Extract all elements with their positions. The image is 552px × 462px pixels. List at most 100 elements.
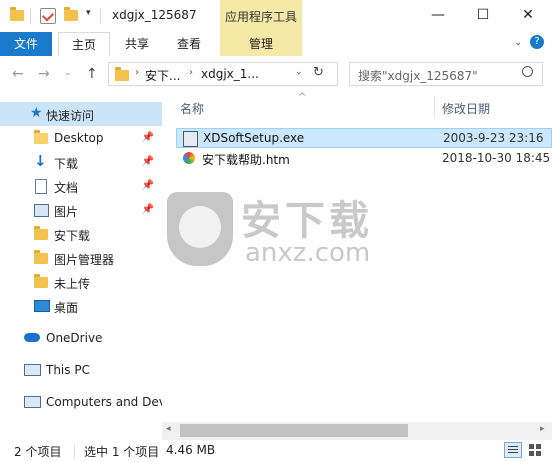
divider — [100, 8, 101, 24]
nav-item-desktop-cn[interactable]: 桌面 — [0, 294, 162, 318]
nav-item-network[interactable]: Computers and Dev — [0, 390, 162, 414]
breadcrumb-segment[interactable]: xdgjx_1... — [201, 67, 259, 81]
folder-icon — [34, 274, 48, 288]
nav-item-label: 未上传 — [54, 277, 91, 291]
tab-manage[interactable]: 管理 — [220, 32, 302, 56]
divider — [74, 444, 75, 458]
nav-item-label: 文档 — [54, 181, 79, 195]
file-row[interactable]: 安下载帮助.htm 2018-10-30 18:45 — [176, 149, 552, 169]
search-placeholder: 搜索"xdgjx_125687" — [358, 69, 478, 83]
nav-item-label: 安下载 — [54, 229, 91, 243]
tab-view[interactable]: 查看 — [164, 32, 214, 56]
customize-toolbar-icon[interactable]: ▾ — [86, 8, 91, 18]
nav-item-label: 下载 — [54, 157, 79, 171]
navigation-pane: ★ 快速访问 Desktop 📌 ↓ 下载 📌 文档 📌 图片 📌 安下载 图片… — [0, 92, 162, 440]
download-icon: ↓ — [34, 152, 47, 170]
status-bar: 2 个项目 选中 1 个项目 4.46 MB — [0, 440, 552, 462]
tab-share[interactable]: 共享 — [112, 32, 162, 56]
shield-icon — [167, 192, 233, 266]
nav-item-label: 图片 — [54, 205, 79, 219]
back-icon[interactable]: ← — [12, 66, 24, 82]
nav-item-anxiazai[interactable]: 安下载 — [0, 222, 162, 246]
file-date: 2003-9-23 23:16 — [443, 131, 544, 145]
tab-file[interactable]: 文件 — [0, 32, 52, 56]
maximize-button[interactable]: ☐ — [461, 0, 505, 30]
pin-icon[interactable]: 📌 — [142, 204, 154, 215]
file-row[interactable]: XDSoftSetup.exe 2003-9-23 23:16 — [176, 128, 552, 148]
nav-item-onedrive[interactable]: OneDrive — [0, 326, 162, 350]
folder-icon — [34, 130, 48, 144]
nav-item-label: This PC — [46, 363, 90, 377]
address-dropdown-icon[interactable]: ⌄ — [295, 67, 303, 77]
nav-item-quick-access[interactable]: ★ 快速访问 — [0, 102, 162, 126]
cloud-icon — [24, 333, 40, 342]
nav-item-label: Computers and Dev — [46, 395, 162, 409]
nav-item-documents[interactable]: 文档 📌 — [0, 174, 162, 198]
contextual-tab-label: 应用程序工具 — [224, 10, 297, 24]
breadcrumb-segment[interactable]: 安下... — [145, 67, 180, 84]
large-icons-view-icon[interactable] — [528, 443, 542, 457]
file-date: 2018-10-30 18:45 — [442, 151, 551, 165]
nav-item-picture-manager[interactable]: 图片管理器 — [0, 246, 162, 270]
divider — [30, 8, 31, 24]
folder-icon — [34, 250, 48, 264]
pin-icon[interactable]: 📌 — [142, 132, 154, 143]
star-icon: ★ — [30, 105, 43, 121]
file-name: 安下载帮助.htm — [202, 153, 290, 167]
pin-icon[interactable]: 📌 — [142, 156, 154, 167]
new-folder-icon[interactable] — [64, 7, 78, 21]
picture-icon — [34, 204, 49, 217]
folder-icon — [34, 226, 48, 240]
computer-icon — [24, 364, 41, 376]
nav-item-label: 快速访问 — [46, 109, 95, 123]
address-bar[interactable]: › 安下... › xdgjx_1... ⌄ ↻ — [108, 62, 338, 86]
nav-item-not-uploaded[interactable]: 未上传 — [0, 270, 162, 294]
minimize-button[interactable]: — — [416, 0, 460, 30]
selected-count: 选中 1 个项目 — [84, 445, 160, 459]
column-header-date[interactable]: 修改日期 — [442, 100, 490, 117]
nav-item-desktop[interactable]: Desktop 📌 — [0, 126, 162, 150]
browser-icon — [183, 152, 195, 164]
watermark-domain: anxz.com — [245, 238, 371, 268]
exe-icon — [183, 131, 198, 147]
network-icon — [24, 396, 41, 408]
folder-icon — [115, 67, 129, 81]
forward-icon[interactable]: → — [38, 66, 50, 82]
watermark: 安下载 anxz.com — [165, 186, 395, 276]
title-bar: ▾ xdgjx_125687 应用程序工具 — ☐ ✕ — [0, 0, 552, 32]
tab-home[interactable]: 主页 — [58, 32, 110, 56]
help-icon[interactable]: ? — [530, 35, 544, 49]
sort-ascending-icon: ^ — [298, 92, 307, 103]
chevron-right-icon[interactable]: › — [189, 67, 193, 78]
nav-item-pictures[interactable]: 图片 📌 — [0, 198, 162, 222]
scroll-left-icon[interactable]: ◂ — [166, 424, 171, 434]
document-icon — [35, 179, 47, 194]
nav-item-label: Desktop — [54, 131, 104, 145]
close-button[interactable]: ✕ — [506, 0, 550, 30]
scrollbar-thumb[interactable] — [180, 424, 408, 437]
details-view-icon[interactable] — [504, 442, 522, 458]
nav-item-this-pc[interactable]: This PC — [0, 358, 162, 382]
expand-ribbon-icon[interactable]: ⌄ — [514, 37, 522, 48]
nav-item-label: 图片管理器 — [54, 253, 115, 267]
window-title: xdgjx_125687 — [112, 8, 197, 22]
folder-icon — [10, 7, 24, 21]
properties-icon[interactable] — [40, 8, 56, 24]
column-divider[interactable] — [434, 96, 435, 118]
pin-icon[interactable]: 📌 — [142, 180, 154, 191]
search-icon[interactable] — [522, 66, 533, 77]
file-name: XDSoftSetup.exe — [203, 131, 305, 145]
scroll-right-icon[interactable]: ▸ — [540, 424, 545, 434]
nav-item-downloads[interactable]: ↓ 下载 📌 — [0, 150, 162, 174]
nav-item-label: OneDrive — [46, 331, 103, 345]
recent-dropdown-icon[interactable]: ⌄ — [64, 68, 72, 78]
nav-item-label: 桌面 — [54, 301, 79, 315]
search-input[interactable]: 搜索"xdgjx_125687" — [349, 62, 543, 86]
column-header-name[interactable]: 名称 — [180, 100, 204, 117]
up-icon[interactable]: ↑ — [86, 66, 98, 82]
contextual-tab-header: 应用程序工具 — [220, 0, 302, 32]
desktop-icon — [34, 300, 50, 312]
chevron-right-icon[interactable]: › — [135, 67, 139, 78]
refresh-icon[interactable]: ↻ — [313, 65, 324, 80]
selected-size: 4.46 MB — [166, 443, 216, 457]
